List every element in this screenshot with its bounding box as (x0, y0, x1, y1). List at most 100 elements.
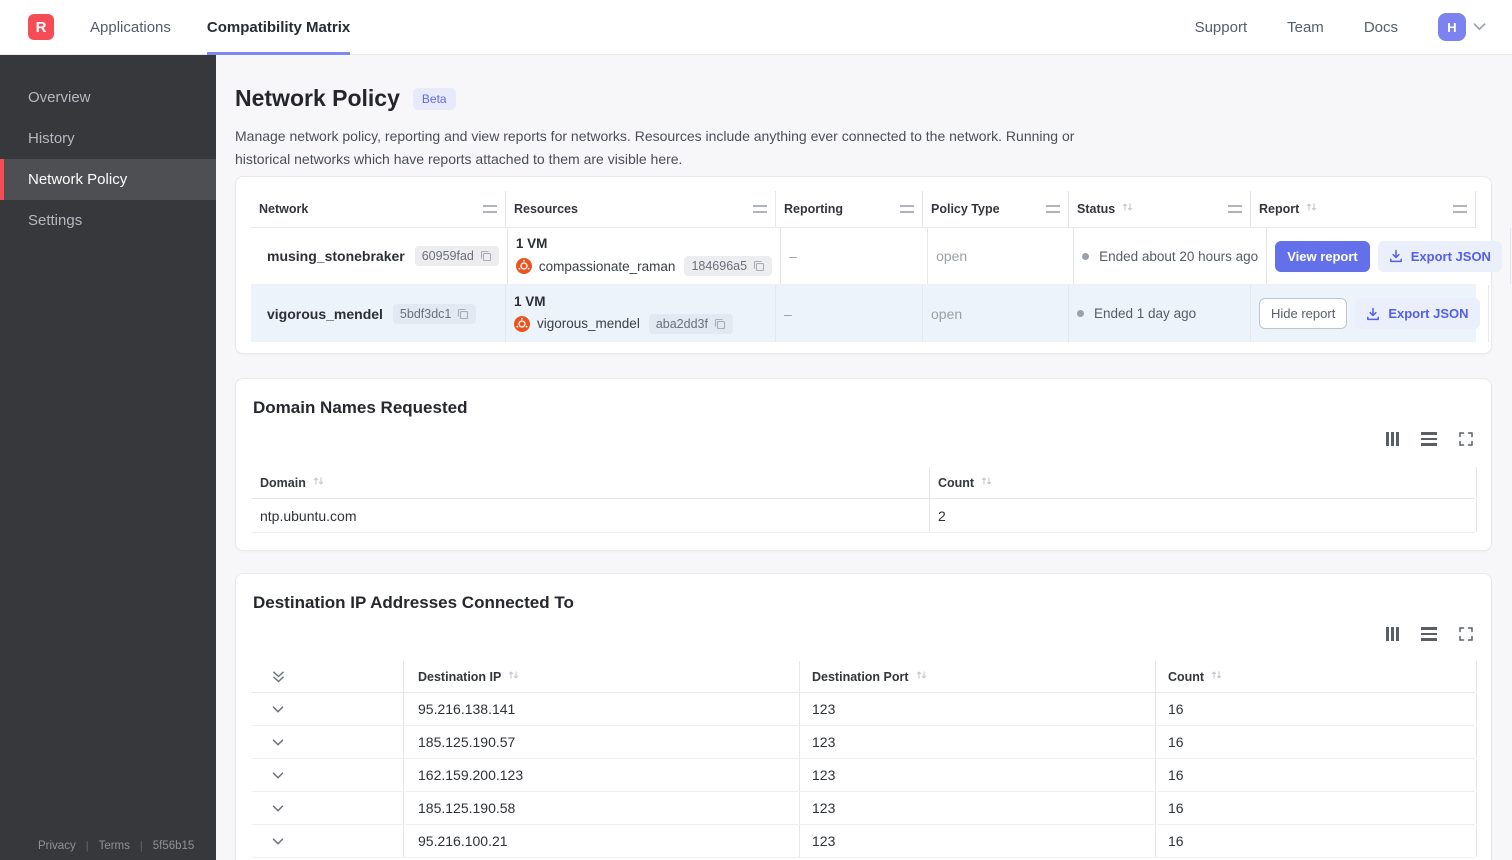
status-text: Ended about 20 hours ago (1099, 248, 1259, 264)
row-expand-icon[interactable] (272, 804, 284, 812)
footer-divider: | (139, 840, 143, 852)
resource-name: vigorous_mendel (537, 316, 640, 331)
ubuntu-icon (514, 315, 530, 332)
column-label: Report (1259, 202, 1300, 216)
copy-icon[interactable] (480, 250, 492, 262)
privacy-link[interactable]: Privacy (38, 840, 76, 852)
table-row: ntp.ubuntu.com 2 (252, 499, 1477, 533)
column-header-count[interactable]: Count (930, 467, 1477, 498)
count-cell: 16 (1156, 825, 1477, 857)
column-menu-icon[interactable] (1228, 205, 1242, 213)
link-team[interactable]: Team (1287, 19, 1324, 36)
column-label: Network (259, 202, 309, 216)
column-header-domain[interactable]: Domain (252, 467, 930, 498)
topnav-right-group: Support Team Docs H (1195, 13, 1512, 41)
destination-ip-cell: 185.125.190.57 (404, 726, 800, 758)
sort-icon[interactable] (1121, 200, 1134, 218)
sort-icon[interactable] (980, 474, 993, 492)
expander-cell (252, 693, 404, 725)
export-json-button[interactable]: Export JSON (1377, 240, 1502, 272)
copy-icon[interactable] (714, 318, 726, 330)
column-header-reporting: Reporting (776, 191, 923, 227)
sidebar-item-history[interactable]: History (0, 118, 216, 159)
avatar[interactable]: H (1438, 13, 1466, 41)
export-json-button[interactable]: Export JSON (1355, 298, 1480, 329)
row-expand-icon[interactable] (272, 705, 284, 713)
resource-id: 184696a5 (691, 259, 748, 273)
network-id: 5bdf3dc1 (399, 306, 452, 321)
sidebar-item-overview[interactable]: Overview (0, 77, 216, 118)
expander-cell (252, 726, 404, 758)
columns-icon[interactable] (1386, 431, 1399, 447)
network-name-cell: musing_stonebraker 60959fad (251, 228, 508, 284)
row-expand-icon[interactable] (272, 738, 284, 746)
link-support[interactable]: Support (1195, 19, 1248, 36)
column-label: Policy Type (931, 202, 1000, 216)
sidebar-item-label: Settings (28, 212, 83, 229)
network-id-badge: 5bdf3dc1 (392, 303, 477, 324)
copy-icon[interactable] (457, 308, 469, 320)
ubuntu-icon (515, 258, 532, 274)
link-docs[interactable]: Docs (1364, 19, 1398, 36)
column-header-count[interactable]: Count (1156, 661, 1477, 692)
row-density-icon[interactable] (1421, 626, 1437, 642)
export-json-label: Export JSON (1410, 248, 1491, 264)
column-label: Destination Port (812, 669, 909, 684)
expander-cell (252, 759, 404, 791)
networks-table-card: Network Resources Reporting Policy Type … (235, 176, 1511, 354)
resource-name: compassionate_raman (538, 258, 676, 274)
columns-icon[interactable] (1386, 626, 1399, 642)
reporting-cell: – (776, 285, 923, 342)
top-navigation-bar: R Applications Compatibility Matrix Supp… (0, 0, 1512, 55)
fullscreen-icon[interactable] (1459, 431, 1473, 447)
copy-icon[interactable] (753, 260, 765, 272)
app-logo[interactable]: R (28, 14, 54, 40)
network-row[interactable]: musing_stonebraker 60959fad 1 VM compass… (251, 228, 1511, 285)
user-menu[interactable]: H (1438, 13, 1486, 41)
column-header-destination-ip[interactable]: Destination IP (404, 661, 800, 692)
domain-table-header: Domain Count (252, 467, 1477, 499)
sidebar: Overview History Network Policy Settings… (0, 55, 216, 860)
column-menu-icon[interactable] (1453, 205, 1467, 213)
column-header-status[interactable]: Status (1069, 191, 1251, 227)
footer-divider: | (85, 840, 89, 852)
network-id-badge: 60959fad (414, 246, 499, 266)
row-expand-icon[interactable] (272, 771, 284, 779)
tab-applications[interactable]: Applications (90, 0, 171, 55)
tab-compatibility-matrix[interactable]: Compatibility Matrix (206, 0, 351, 55)
report-cell: View report Export JSON (1267, 228, 1511, 284)
column-menu-icon[interactable] (1046, 205, 1060, 213)
hide-report-button[interactable]: Hide report (1259, 298, 1348, 329)
sort-icon[interactable] (312, 474, 325, 492)
column-header-report[interactable]: Report (1251, 191, 1476, 227)
status-dot (1082, 252, 1090, 260)
column-menu-icon[interactable] (900, 205, 914, 213)
fullscreen-icon[interactable] (1459, 626, 1473, 642)
sort-icon[interactable] (1210, 668, 1223, 686)
sort-icon[interactable] (507, 668, 520, 686)
resource-id: aba2dd3f (655, 316, 708, 331)
view-report-button[interactable]: View report (1275, 240, 1370, 272)
resources-cell: 1 VM compassionate_raman 184696a5 (508, 228, 782, 284)
sort-icon[interactable] (1305, 200, 1318, 218)
column-header-resources: Resources (506, 191, 776, 227)
row-density-icon[interactable] (1421, 431, 1437, 447)
column-header-destination-port[interactable]: Destination Port (800, 661, 1156, 692)
table-toolbar (1386, 431, 1473, 447)
destination-port-cell: 123 (800, 759, 1156, 791)
sort-icon[interactable] (915, 668, 928, 686)
row-expand-icon[interactable] (272, 837, 284, 845)
expand-all-icon[interactable] (272, 671, 285, 683)
destination-table: Destination IP Destination Port Count 95… (252, 661, 1477, 858)
column-label: Domain (260, 475, 306, 490)
column-menu-icon[interactable] (753, 205, 767, 213)
terms-link[interactable]: Terms (99, 840, 130, 852)
column-label: Destination IP (418, 669, 502, 684)
main-content: Network Policy Beta Manage network polic… (216, 55, 1512, 860)
sidebar-item-network-policy[interactable]: Network Policy (0, 159, 216, 200)
column-menu-icon[interactable] (483, 205, 497, 213)
destination-port-cell: 123 (800, 792, 1156, 824)
sidebar-item-settings[interactable]: Settings (0, 200, 216, 241)
chevron-down-icon (1473, 23, 1486, 31)
network-row[interactable]: vigorous_mendel 5bdf3dc1 1 VM vigorous_m… (251, 285, 1489, 342)
